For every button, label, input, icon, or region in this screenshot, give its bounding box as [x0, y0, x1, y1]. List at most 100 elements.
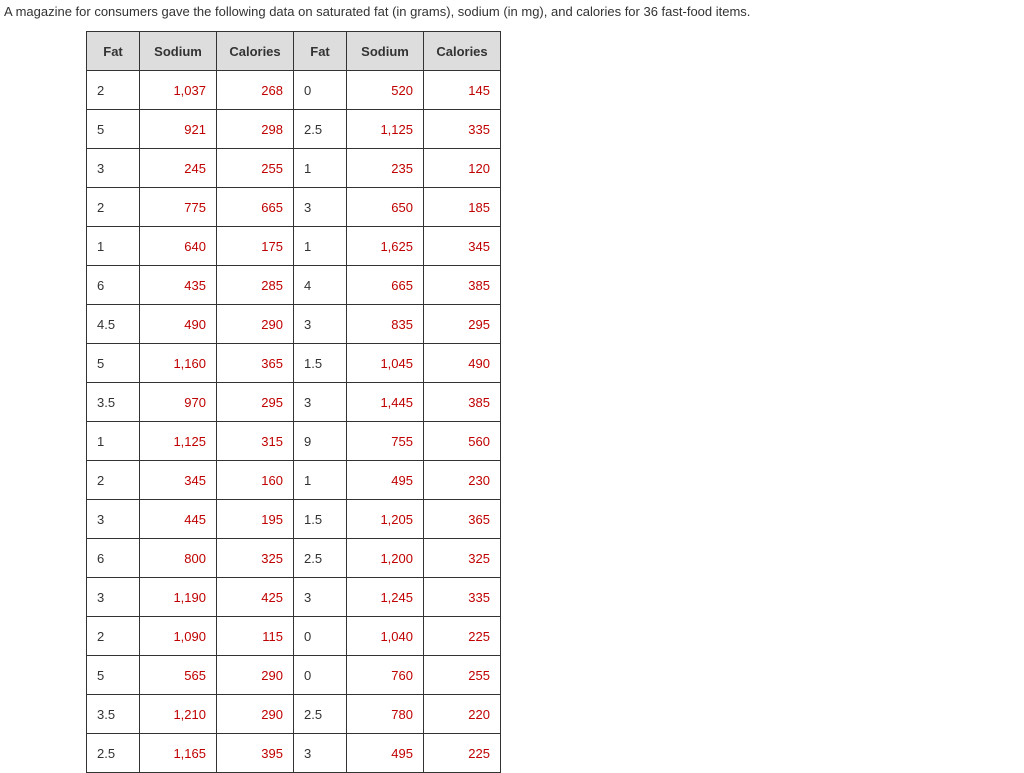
cell-calories-1: 365 [217, 344, 294, 383]
cell-fat-2: 1 [294, 227, 347, 266]
cell-fat-1: 2 [87, 617, 140, 656]
cell-calories-2: 145 [424, 71, 501, 110]
cell-fat-1: 6 [87, 539, 140, 578]
cell-sodium-2: 755 [347, 422, 424, 461]
cell-calories-2: 385 [424, 383, 501, 422]
cell-fat-2: 0 [294, 617, 347, 656]
cell-sodium-2: 760 [347, 656, 424, 695]
cell-fat-1: 2 [87, 71, 140, 110]
table-row: 32452551235120 [87, 149, 501, 188]
table-row: 164017511,625345 [87, 227, 501, 266]
cell-fat-2: 1.5 [294, 344, 347, 383]
cell-sodium-2: 235 [347, 149, 424, 188]
table-row: 21,09011501,040225 [87, 617, 501, 656]
cell-sodium-2: 520 [347, 71, 424, 110]
cell-fat-2: 3 [294, 188, 347, 227]
table-row: 55652900760255 [87, 656, 501, 695]
cell-fat-1: 2 [87, 188, 140, 227]
cell-calories-1: 290 [217, 695, 294, 734]
cell-calories-1: 395 [217, 734, 294, 773]
cell-fat-2: 3 [294, 383, 347, 422]
table-row: 23451601495230 [87, 461, 501, 500]
header-sodium-1: Sodium [140, 32, 217, 71]
cell-calories-1: 665 [217, 188, 294, 227]
cell-fat-1: 2.5 [87, 734, 140, 773]
cell-calories-1: 425 [217, 578, 294, 617]
cell-calories-1: 175 [217, 227, 294, 266]
cell-fat-2: 4 [294, 266, 347, 305]
cell-fat-1: 3 [87, 500, 140, 539]
cell-sodium-1: 1,037 [140, 71, 217, 110]
cell-sodium-1: 490 [140, 305, 217, 344]
cell-sodium-1: 970 [140, 383, 217, 422]
cell-fat-1: 2 [87, 461, 140, 500]
cell-calories-2: 335 [424, 578, 501, 617]
cell-fat-1: 6 [87, 266, 140, 305]
cell-fat-2: 0 [294, 656, 347, 695]
table-row: 51,1603651.51,045490 [87, 344, 501, 383]
cell-sodium-2: 1,040 [347, 617, 424, 656]
table-row: 2.51,1653953495225 [87, 734, 501, 773]
cell-fat-1: 5 [87, 344, 140, 383]
cell-sodium-1: 565 [140, 656, 217, 695]
table-row: 68003252.51,200325 [87, 539, 501, 578]
cell-fat-1: 3.5 [87, 383, 140, 422]
cell-sodium-1: 1,125 [140, 422, 217, 461]
cell-fat-1: 1 [87, 227, 140, 266]
cell-sodium-2: 1,625 [347, 227, 424, 266]
cell-sodium-1: 1,190 [140, 578, 217, 617]
cell-sodium-2: 1,445 [347, 383, 424, 422]
cell-sodium-2: 1,045 [347, 344, 424, 383]
cell-fat-2: 3 [294, 305, 347, 344]
cell-sodium-2: 650 [347, 188, 424, 227]
cell-calories-2: 560 [424, 422, 501, 461]
cell-calories-2: 220 [424, 695, 501, 734]
table-row: 21,0372680520145 [87, 71, 501, 110]
cell-calories-1: 255 [217, 149, 294, 188]
cell-sodium-2: 835 [347, 305, 424, 344]
cell-calories-1: 298 [217, 110, 294, 149]
cell-calories-2: 385 [424, 266, 501, 305]
cell-calories-1: 285 [217, 266, 294, 305]
table-body: 21,037268052014559212982.51,125335324525… [87, 71, 501, 773]
table-row: 3.51,2102902.5780220 [87, 695, 501, 734]
table-header-row: Fat Sodium Calories Fat Sodium Calories [87, 32, 501, 71]
cell-calories-1: 268 [217, 71, 294, 110]
cell-calories-2: 225 [424, 617, 501, 656]
table-row: 11,1253159755560 [87, 422, 501, 461]
header-fat-1: Fat [87, 32, 140, 71]
cell-sodium-2: 780 [347, 695, 424, 734]
table-row: 27756653650185 [87, 188, 501, 227]
cell-sodium-2: 1,245 [347, 578, 424, 617]
cell-sodium-1: 640 [140, 227, 217, 266]
table-row: 34451951.51,205365 [87, 500, 501, 539]
cell-sodium-1: 435 [140, 266, 217, 305]
cell-calories-2: 335 [424, 110, 501, 149]
cell-calories-2: 295 [424, 305, 501, 344]
fastfood-data-table: Fat Sodium Calories Fat Sodium Calories … [86, 31, 501, 773]
cell-calories-2: 185 [424, 188, 501, 227]
cell-calories-1: 160 [217, 461, 294, 500]
header-sodium-2: Sodium [347, 32, 424, 71]
cell-sodium-1: 1,160 [140, 344, 217, 383]
cell-fat-2: 1 [294, 461, 347, 500]
cell-fat-1: 1 [87, 422, 140, 461]
cell-fat-2: 2.5 [294, 539, 347, 578]
data-table-container: Fat Sodium Calories Fat Sodium Calories … [86, 31, 1024, 773]
cell-calories-2: 230 [424, 461, 501, 500]
cell-fat-2: 0 [294, 71, 347, 110]
cell-calories-2: 345 [424, 227, 501, 266]
cell-sodium-1: 445 [140, 500, 217, 539]
cell-sodium-2: 1,125 [347, 110, 424, 149]
cell-calories-1: 295 [217, 383, 294, 422]
cell-fat-2: 1 [294, 149, 347, 188]
cell-sodium-1: 1,165 [140, 734, 217, 773]
cell-sodium-2: 495 [347, 461, 424, 500]
cell-calories-1: 315 [217, 422, 294, 461]
cell-fat-1: 4.5 [87, 305, 140, 344]
table-row: 64352854665385 [87, 266, 501, 305]
table-row: 59212982.51,125335 [87, 110, 501, 149]
cell-sodium-1: 1,090 [140, 617, 217, 656]
cell-calories-2: 365 [424, 500, 501, 539]
cell-fat-2: 2.5 [294, 695, 347, 734]
